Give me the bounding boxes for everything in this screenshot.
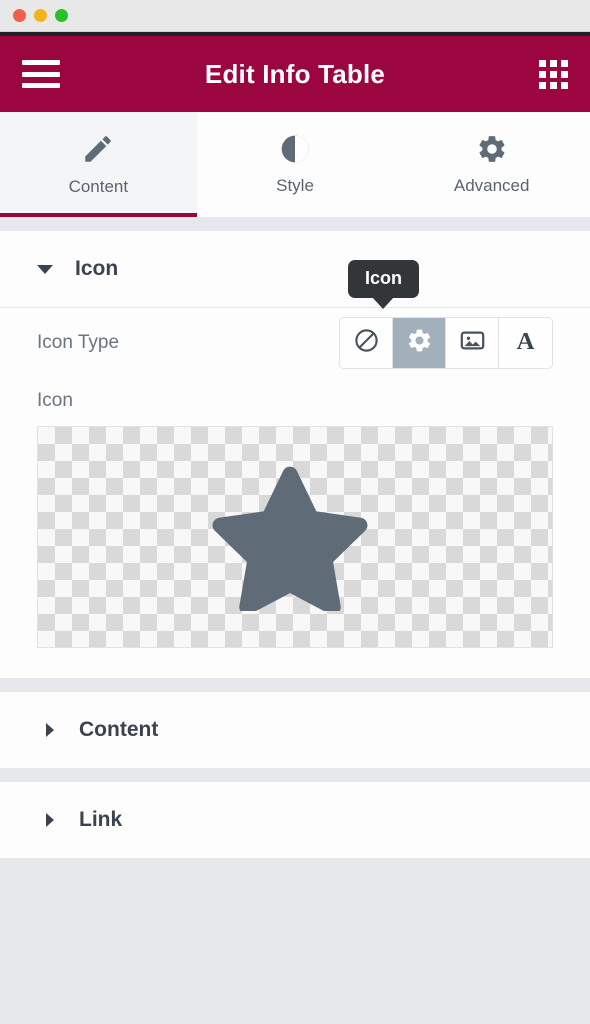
icon-type-label: Icon Type bbox=[37, 332, 120, 353]
tab-style-label: Style bbox=[276, 176, 314, 195]
chevron-down-icon bbox=[37, 264, 53, 274]
icon-type-option-image[interactable] bbox=[446, 318, 499, 368]
content-section-title: Content bbox=[79, 718, 159, 741]
tab-style[interactable]: Style bbox=[196, 112, 394, 217]
icon-type-tooltip: Icon bbox=[347, 260, 419, 298]
tab-content[interactable]: Content bbox=[0, 112, 197, 217]
app-header: Edit Info Table bbox=[0, 36, 590, 112]
section-gap-top bbox=[0, 217, 590, 231]
icon-type-row: Icon Type Icon A bbox=[37, 260, 553, 378]
icon-section-title: Icon bbox=[75, 257, 119, 280]
page-title: Edit Info Table bbox=[204, 58, 386, 89]
icon-section: Icon Icon Type Icon A Icon bbox=[0, 231, 590, 678]
svg-text:A: A bbox=[517, 328, 535, 354]
content-section-header[interactable]: Content bbox=[0, 692, 590, 768]
icon-type-option-text[interactable]: A bbox=[499, 318, 552, 368]
icon-type-option-none[interactable] bbox=[340, 318, 393, 368]
link-section-header[interactable]: Link bbox=[0, 782, 590, 858]
window-close-button[interactable] bbox=[13, 9, 26, 22]
letter-a-icon: A bbox=[512, 327, 539, 359]
gear-icon bbox=[406, 327, 433, 359]
app-window: Edit Info Table Content Style Advanced I… bbox=[0, 0, 590, 1024]
icon-section-header[interactable]: Icon bbox=[0, 231, 590, 307]
no-entry-icon bbox=[353, 327, 380, 359]
link-section-title: Link bbox=[79, 808, 123, 831]
section-gap-2 bbox=[0, 768, 590, 782]
pencil-icon bbox=[81, 132, 115, 166]
icon-type-option-icon[interactable] bbox=[393, 318, 446, 368]
gear-icon bbox=[476, 133, 508, 165]
window-titlebar bbox=[0, 0, 590, 32]
tab-advanced[interactable]: Advanced bbox=[393, 112, 590, 217]
contrast-icon bbox=[279, 133, 311, 165]
apps-grid-icon[interactable] bbox=[539, 59, 568, 89]
image-icon bbox=[459, 327, 486, 359]
window-minimize-button[interactable] bbox=[34, 9, 47, 22]
chevron-right-icon bbox=[46, 813, 54, 827]
icon-section-bottom-pad bbox=[0, 648, 590, 678]
window-zoom-button[interactable] bbox=[55, 9, 68, 22]
tab-content-label: Content bbox=[68, 177, 129, 196]
tab-bar: Content Style Advanced bbox=[0, 112, 590, 217]
star-icon bbox=[212, 459, 374, 616]
tab-advanced-label: Advanced bbox=[453, 176, 530, 195]
icon-preview[interactable] bbox=[37, 426, 553, 648]
chevron-right-icon bbox=[46, 723, 54, 737]
icon-type-button-group: A bbox=[339, 317, 553, 369]
icon-picker-label: Icon bbox=[37, 390, 73, 411]
hamburger-icon[interactable] bbox=[22, 60, 60, 88]
page-filler bbox=[0, 858, 590, 1024]
section-gap-1 bbox=[0, 678, 590, 692]
